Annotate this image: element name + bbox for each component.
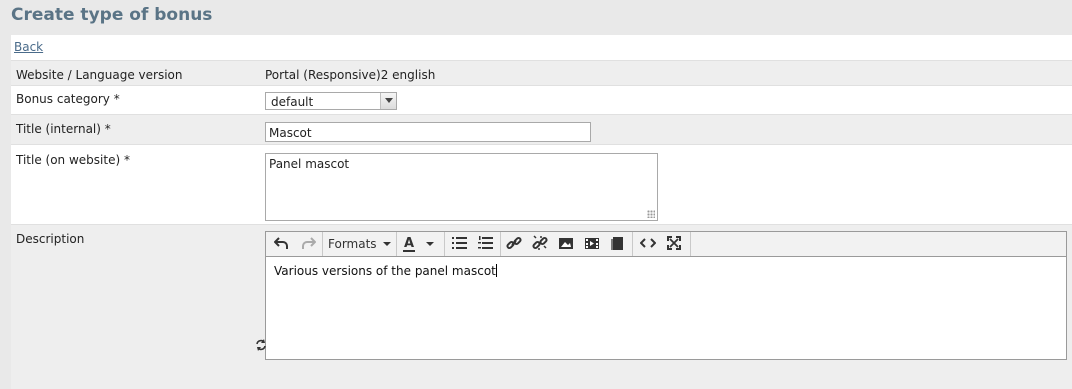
bullet-list-icon[interactable] bbox=[452, 234, 468, 254]
category-row: Bonus category * default bbox=[11, 85, 1072, 115]
chevron-down-icon[interactable] bbox=[380, 93, 396, 109]
resize-grip-icon[interactable] bbox=[647, 210, 655, 218]
website-value: Portal (Responsive)2 english bbox=[265, 68, 436, 82]
title-website-row: Title (on website) * Panel mascot bbox=[11, 144, 1072, 225]
rich-text-editor[interactable]: Formats A Various versions of the panel … bbox=[265, 231, 1067, 360]
website-row: Website / Language version Portal (Respo… bbox=[11, 60, 1072, 86]
title-internal-row: Title (internal) * Mascot bbox=[11, 114, 1072, 145]
numbered-list-icon[interactable] bbox=[478, 234, 494, 254]
editor-toolbar: Formats A bbox=[266, 232, 1066, 257]
category-label: Bonus category * bbox=[16, 92, 120, 106]
svg-text:A: A bbox=[404, 236, 414, 251]
text-color-icon[interactable]: A bbox=[402, 234, 438, 254]
fullscreen-icon[interactable] bbox=[666, 234, 684, 254]
back-link[interactable]: Back bbox=[14, 40, 43, 54]
undo-icon[interactable] bbox=[274, 234, 292, 254]
form-panel: Back Website / Language version Portal (… bbox=[11, 35, 1072, 389]
caret-down-icon bbox=[383, 242, 392, 246]
redo-icon[interactable] bbox=[300, 234, 318, 254]
code-icon[interactable] bbox=[640, 234, 658, 254]
title-website-textarea[interactable]: Panel mascot bbox=[265, 153, 658, 221]
toolbar-separator bbox=[322, 232, 323, 256]
title-internal-input[interactable]: Mascot bbox=[265, 122, 591, 142]
toolbar-separator bbox=[444, 232, 445, 256]
description-row: Description Formats A Various versions o… bbox=[11, 224, 1072, 389]
formats-label: Formats bbox=[328, 237, 377, 251]
description-text: Various versions of the panel mascot bbox=[274, 264, 496, 278]
refresh-icon[interactable] bbox=[255, 339, 267, 351]
description-label: Description bbox=[16, 232, 85, 246]
category-select-value: default bbox=[271, 95, 314, 109]
template-icon[interactable] bbox=[610, 234, 626, 254]
title-website-label: Title (on website) * bbox=[16, 153, 130, 167]
title-website-text: Panel mascot bbox=[269, 157, 350, 171]
toolbar-separator bbox=[632, 232, 633, 256]
link-icon[interactable] bbox=[506, 234, 524, 254]
formats-dropdown[interactable]: Formats bbox=[328, 234, 394, 254]
toolbar-separator bbox=[690, 232, 691, 256]
media-icon[interactable] bbox=[584, 234, 602, 254]
toolbar-separator bbox=[500, 232, 501, 256]
editor-content[interactable]: Various versions of the panel mascot bbox=[274, 264, 497, 278]
title-internal-label: Title (internal) * bbox=[16, 122, 111, 136]
toolbar-separator bbox=[396, 232, 397, 256]
page-title: Create type of bonus bbox=[11, 5, 213, 25]
category-select[interactable]: default bbox=[265, 92, 397, 110]
back-row: Back bbox=[11, 35, 1072, 60]
image-icon[interactable] bbox=[558, 234, 576, 254]
unlink-icon[interactable] bbox=[532, 234, 550, 254]
text-caret bbox=[495, 264, 497, 277]
website-label: Website / Language version bbox=[16, 68, 183, 82]
